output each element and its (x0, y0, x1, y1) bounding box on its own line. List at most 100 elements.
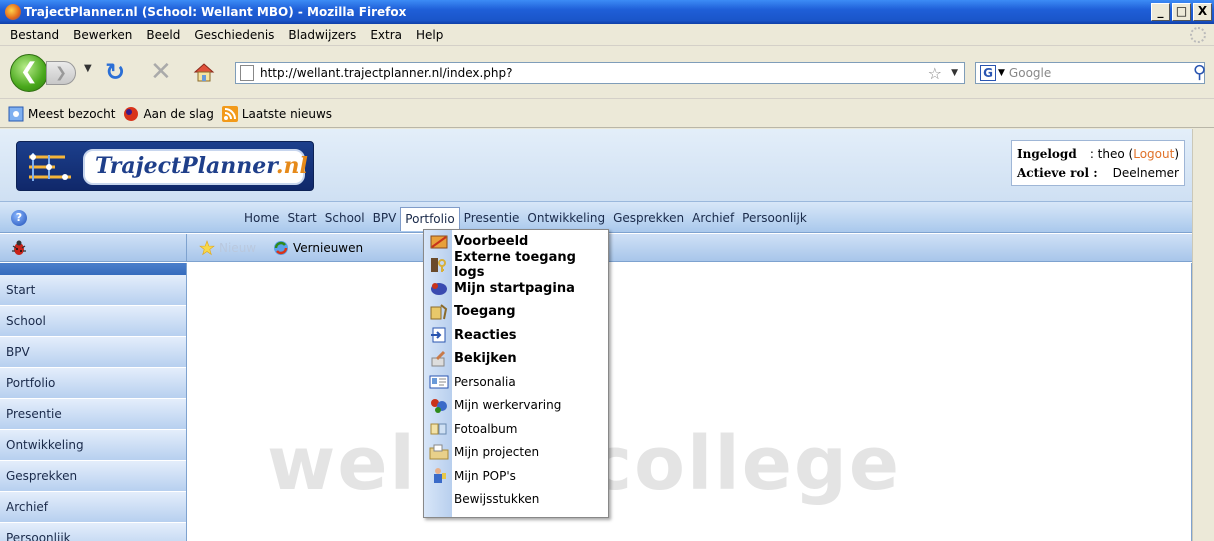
nav-gesprekken[interactable]: Gesprekken (609, 207, 688, 229)
menu-bewerken[interactable]: Bewerken (73, 28, 132, 42)
sidebar-item-ontwikkeling[interactable]: Ontwikkeling (0, 430, 186, 461)
evidence-icon (429, 490, 449, 508)
back-button[interactable]: ❮ (10, 54, 48, 92)
bookmark-meest-bezocht[interactable]: Meest bezocht (8, 106, 115, 122)
history-dropdown-icon[interactable]: ▼ (84, 63, 92, 74)
bookmark-aan-de-slag[interactable]: Aan de slag (123, 106, 214, 122)
key-access-icon (431, 258, 446, 273)
url-bar[interactable]: http://wellant.trajectplanner.nl/index.p… (235, 62, 965, 84)
nav-ontwikkeling[interactable]: Ontwikkeling (523, 207, 609, 229)
nav-bpv[interactable]: BPV (369, 207, 401, 229)
menu-item-bekijken[interactable]: Bekijken (424, 347, 608, 370)
stop-button[interactable]: ✕ (150, 59, 172, 85)
nav-presentie[interactable]: Presentie (460, 207, 524, 229)
sidebar-item-bpv[interactable]: BPV (0, 337, 186, 368)
menu-item-mijn-pops[interactable]: Mijn POP's (424, 464, 608, 487)
bookmark-label: Meest bezocht (28, 106, 116, 121)
bookmark-star-icon[interactable]: ☆ (928, 64, 942, 83)
site-header: TrajectPlanner.nl Ingelogd : theo (Logou… (0, 129, 1192, 201)
google-icon[interactable]: G (980, 65, 996, 81)
logout-link[interactable]: Logout (1133, 147, 1174, 161)
minimize-button[interactable]: _ (1151, 3, 1170, 21)
sidebar-item-persoonlijk[interactable]: Persoonlijk (0, 523, 186, 541)
new-button[interactable]: Nieuw (199, 240, 256, 256)
menu-item-mijn-werkervaring[interactable]: Mijn werkervaring (424, 394, 608, 417)
nav-persoonlijk[interactable]: Persoonlijk (738, 207, 811, 229)
page-icon (240, 65, 254, 81)
forward-button[interactable]: ❯ (46, 61, 76, 85)
sidebar-item-start[interactable]: Start (0, 275, 186, 306)
sidebar-divider (0, 263, 186, 275)
menu-item-reacties[interactable]: Reacties (424, 324, 608, 347)
sidebar-item-presentie[interactable]: Presentie (0, 399, 186, 430)
search-input[interactable]: Google (1009, 66, 1051, 80)
help-icon[interactable]: ? (11, 210, 27, 226)
menu-bestand[interactable]: Bestand (10, 28, 59, 42)
close-button[interactable]: X (1193, 3, 1212, 21)
menu-bladwijzers[interactable]: Bladwijzers (288, 28, 356, 42)
menu-item-label: Bewijsstukken (454, 491, 540, 506)
menu-item-label: Externe toegang logs (454, 250, 576, 281)
nav-portfolio[interactable]: Portfolio (400, 207, 460, 231)
menu-extra[interactable]: Extra (370, 28, 402, 42)
nav-archief[interactable]: Archief (688, 207, 738, 229)
content-toolbar: Nieuw Vernieuwen (186, 234, 1192, 262)
maximize-button[interactable]: □ (1172, 3, 1191, 21)
pop-person-icon (434, 467, 446, 483)
sidebar-item-archief[interactable]: Archief (0, 492, 186, 523)
url-dropdown-icon[interactable]: ▼ (951, 68, 958, 78)
menu-item-toegang[interactable]: Toegang (424, 300, 608, 323)
sidebar-item-portfolio[interactable]: Portfolio (0, 368, 186, 399)
bookmark-laatste-nieuws[interactable]: Laatste nieuws (221, 105, 333, 122)
nav-school[interactable]: School (321, 207, 369, 229)
bookmark-label: Laatste nieuws (241, 106, 333, 121)
bookmarks-bar: Meest bezocht Aan de slag Laatste nieuws (0, 100, 1214, 128)
active-role-label: Actieve rol : (1017, 165, 1098, 180)
menu-item-fotoalbum[interactable]: Fotoalbum (424, 417, 608, 440)
menu-bar: Bestand Bewerken Beeld Geschiedenis Blad… (0, 24, 1214, 46)
menu-item-mijn-projecten[interactable]: Mijn projecten (424, 441, 608, 464)
search-engine-dropdown-icon[interactable]: ▼ (998, 68, 1005, 78)
login-status-box: Ingelogd : theo (Logout) Actieve rol : D… (1011, 140, 1185, 186)
nav-start[interactable]: Start (283, 207, 320, 229)
menu-item-label: Mijn POP's (454, 468, 516, 483)
menu-help[interactable]: Help (416, 28, 443, 42)
menu-item-mijn-startpagina[interactable]: Mijn startpagina (424, 277, 608, 300)
menu-beeld[interactable]: Beeld (146, 28, 180, 42)
throbber-icon (1190, 27, 1206, 43)
sidebar-item-school[interactable]: School (0, 306, 186, 337)
refresh-button[interactable]: Vernieuwen (273, 240, 363, 256)
menu-item-label: Bekijken (454, 351, 517, 367)
site-logo[interactable]: TrajectPlanner.nl (16, 141, 314, 191)
reload-button[interactable]: ↻ (105, 60, 125, 84)
nav-home[interactable]: Home (240, 207, 283, 229)
sidebar-item-gesprekken[interactable]: Gesprekken (0, 461, 186, 492)
search-icon[interactable]: ⚲ (1193, 62, 1206, 83)
menu-geschiedenis[interactable]: Geschiedenis (194, 28, 274, 42)
menu-item-label: Mijn werkervaring (454, 398, 562, 413)
menu-item-externe-toegang-logs[interactable]: Externe toegang logs (424, 250, 608, 280)
access-icon (430, 304, 448, 320)
logo-wordmark: TrajectPlanner.nl (83, 149, 308, 185)
content-area: wellantcollege (186, 263, 1192, 541)
home-icon[interactable] (193, 61, 215, 83)
refresh-label: Vernieuwen (293, 241, 364, 255)
url-text[interactable]: http://wellant.trajectplanner.nl/index.p… (260, 66, 513, 80)
bug-icon[interactable] (11, 240, 27, 256)
sidebar: Start School BPV Portfolio Presentie Ont… (0, 263, 186, 541)
menu-item-label: Mijn startpagina (454, 280, 575, 296)
window-controls: _ □ X (1151, 3, 1212, 21)
menu-item-bewijsstukken[interactable]: Bewijsstukken (424, 487, 608, 510)
bookmark-label: Aan de slag (143, 106, 214, 121)
search-bar[interactable]: G ▼ Google ⚲ (975, 62, 1206, 84)
menu-item-personalia[interactable]: Personalia (424, 370, 608, 393)
active-role-value: Deelnemer (1112, 165, 1179, 180)
refresh-icon (274, 241, 288, 255)
new-star-icon (199, 240, 215, 256)
new-label: Nieuw (219, 241, 257, 255)
window-titlebar: TrajectPlanner.nl (School: Wellant MBO) … (0, 0, 1214, 24)
photo-album-icon (430, 423, 447, 435)
menu-item-label: Reacties (454, 327, 517, 343)
preview-icon (430, 235, 448, 249)
rss-feed-icon (221, 105, 238, 122)
